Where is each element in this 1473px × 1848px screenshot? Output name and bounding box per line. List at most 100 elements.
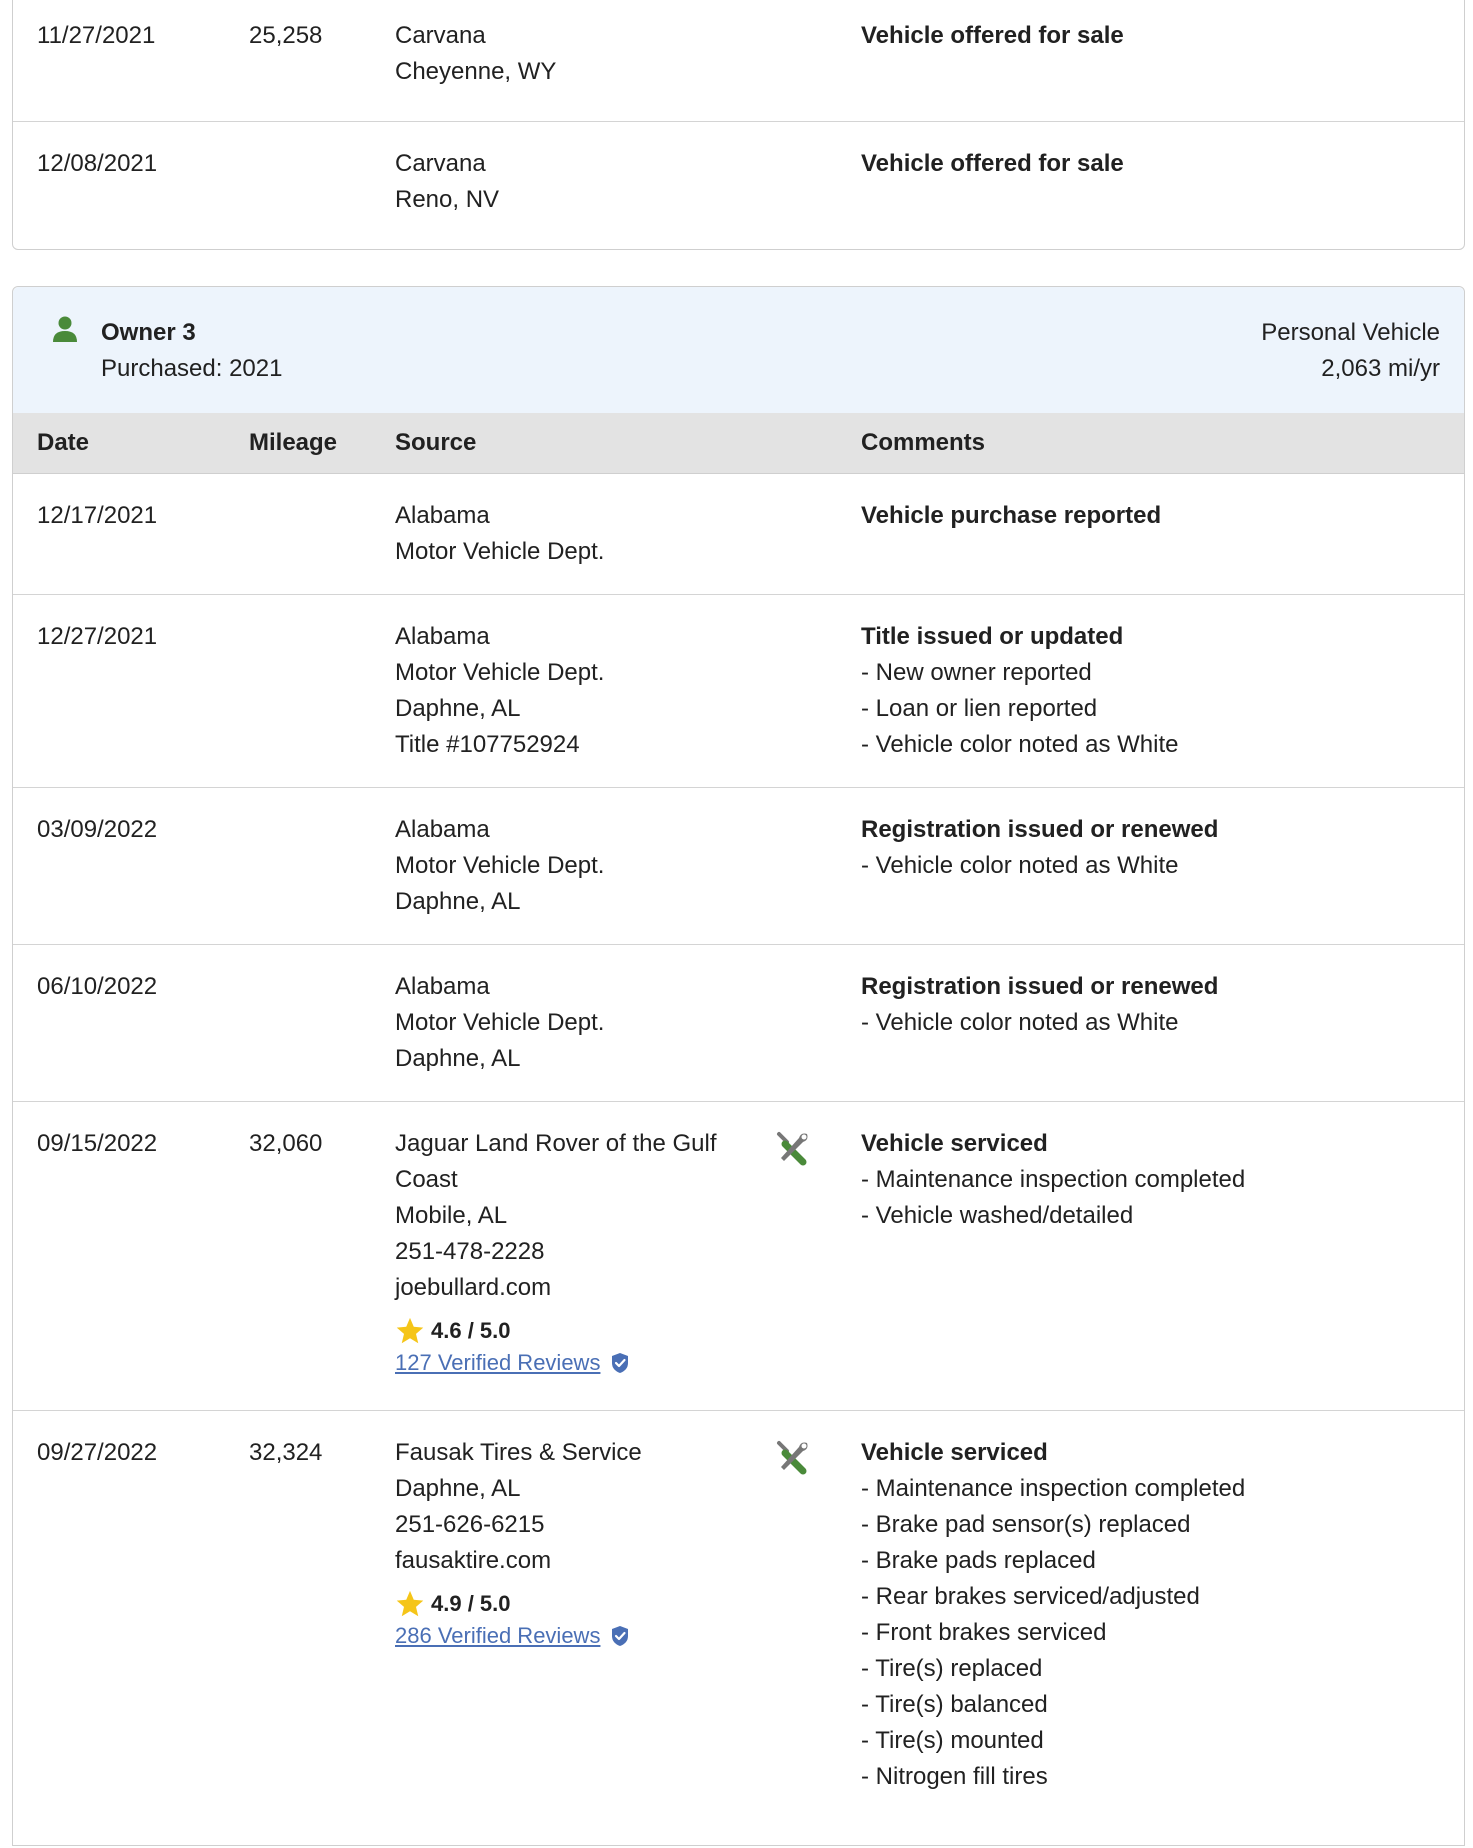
row-mileage: 32,324 xyxy=(249,1439,323,1466)
history-row: 09/27/2022 32,324 Fausak Tires & Service Da… xyxy=(13,1410,1464,1848)
row-source: Alabama Motor Vehicle Dept. xyxy=(395,498,755,570)
source-line: Daphne, AL xyxy=(395,888,521,915)
owner-purchased: Purchased: 2021 xyxy=(101,355,283,382)
row-date: 06/10/2022 xyxy=(37,973,158,1000)
row-date: 12/17/2021 xyxy=(37,502,158,529)
verified-reviews-link[interactable]: 286 Verified Reviews xyxy=(395,1619,755,1653)
row-date: 09/27/2022 xyxy=(37,1439,158,1466)
row-source: Fausak Tires & Service Daphne, AL 251-626-… xyxy=(395,1435,755,1653)
column-source: Source xyxy=(395,429,477,456)
source-line: Carvana xyxy=(395,22,486,49)
row-comments: Vehicle offered for sale xyxy=(861,18,1124,54)
column-comments: Comments xyxy=(861,429,986,456)
source-line: Daphne, AL xyxy=(395,1045,521,1072)
comment-detail: - Brake pads replaced xyxy=(861,1547,1096,1574)
source-line: Jaguar Land Rover of the Gulf xyxy=(395,1130,717,1157)
owner-mileage-rate: 2,063 mi/yr xyxy=(1321,355,1440,382)
source-line: Alabama xyxy=(395,816,490,843)
previous-owner-history-table: 11/27/2021 25,258 Carvana Cheyenne, WY Vehic… xyxy=(12,0,1465,250)
row-date: 09/15/2022 xyxy=(37,1130,158,1157)
source-line: Reno, NV xyxy=(395,186,500,213)
comment-detail: - Vehicle color noted as White xyxy=(861,1009,1179,1036)
source-line: Motor Vehicle Dept. xyxy=(395,852,605,879)
verified-badge-icon xyxy=(612,1353,629,1373)
verified-reviews-link[interactable]: 127 Verified Reviews xyxy=(395,1346,755,1380)
row-source: Alabama Motor Vehicle Dept. Daphne, AL Titl… xyxy=(395,619,755,763)
comment-title: Vehicle serviced xyxy=(861,1130,1048,1157)
history-row: 12/17/2021 Alabama Motor Vehicle Dept. Vehi… xyxy=(13,474,1464,594)
row-source: Carvana Reno, NV xyxy=(395,146,755,218)
comment-detail: - Front brakes serviced xyxy=(861,1619,1107,1646)
owner-history-panel: Owner 3 Purchased: 2021 Personal Vehicle… xyxy=(12,286,1465,1846)
row-mileage: 32,060 xyxy=(249,1130,323,1157)
row-date: 11/27/2021 xyxy=(37,22,156,49)
comment-detail: - Nitrogen fill tires xyxy=(861,1763,1048,1790)
row-comments: Vehicle offered for sale xyxy=(861,146,1124,182)
row-date: 12/08/2021 xyxy=(37,150,158,177)
rating-value: 4.9 / 5.0 xyxy=(431,1591,511,1616)
comment-title: Registration issued or renewed xyxy=(861,973,1219,1000)
star-icon xyxy=(396,1590,424,1617)
source-line: fausaktire.com xyxy=(395,1547,552,1574)
source-line: Cheyenne, WY xyxy=(395,58,557,85)
table-header: Date Mileage Source Comments xyxy=(13,413,1464,474)
dealer-rating: 4.9 / 5.0 xyxy=(395,1589,755,1619)
row-source: Alabama Motor Vehicle Dept. Daphne, AL xyxy=(395,969,755,1077)
source-line: Alabama xyxy=(395,973,490,1000)
owner-header: Owner 3 Purchased: 2021 Personal Vehicle… xyxy=(13,287,1464,414)
comment-title: Vehicle offered for sale xyxy=(861,22,1124,49)
comment-title: Vehicle purchase reported xyxy=(861,502,1162,529)
owner-vehicle-type: Personal Vehicle xyxy=(1261,319,1440,346)
source-line: Carvana xyxy=(395,150,486,177)
source-line: Motor Vehicle Dept. xyxy=(395,1009,605,1036)
row-comments: Vehicle purchase reported xyxy=(861,498,1161,534)
comment-detail: - Vehicle washed/detailed xyxy=(861,1202,1134,1229)
verified-badge-icon xyxy=(612,1626,629,1646)
source-line: Motor Vehicle Dept. xyxy=(395,538,605,565)
row-comments: Registration issued or renewed - Vehicle … xyxy=(861,969,1218,1041)
source-line: Alabama xyxy=(395,623,490,650)
source-line: Alabama xyxy=(395,502,490,529)
owner-title: Owner 3 xyxy=(101,319,196,346)
comment-detail: - Rear brakes serviced/adjusted xyxy=(861,1583,1200,1610)
history-row: 09/15/2022 32,060 Jaguar Land Rover of the… xyxy=(13,1101,1464,1411)
row-source: Carvana Cheyenne, WY xyxy=(395,18,755,90)
comment-detail: - New owner reported xyxy=(861,659,1092,686)
comment-title: Vehicle serviced xyxy=(861,1439,1048,1466)
row-comments: Vehicle serviced - Maintenance inspection… xyxy=(861,1126,1245,1234)
comment-title: Vehicle offered for sale xyxy=(861,150,1124,177)
comment-title: Title issued or updated xyxy=(861,623,1124,650)
dealer-rating: 4.6 / 5.0 xyxy=(395,1316,755,1346)
row-comments: Vehicle serviced - Maintenance inspection… xyxy=(861,1435,1245,1795)
comment-detail: - Loan or lien reported xyxy=(861,695,1098,722)
star-icon xyxy=(396,1317,424,1344)
comment-detail: - Tire(s) mounted xyxy=(861,1727,1044,1754)
source-line: Daphne, AL xyxy=(395,1475,521,1502)
comment-detail: - Brake pad sensor(s) replaced xyxy=(861,1511,1191,1538)
column-date: Date xyxy=(37,429,90,456)
service-tools-icon xyxy=(773,1437,813,1477)
column-mileage: Mileage xyxy=(249,429,338,456)
history-row: 11/27/2021 25,258 Carvana Cheyenne, WY Vehic… xyxy=(13,0,1464,122)
source-line: Title #107752924 xyxy=(395,731,580,758)
comment-detail: - Tire(s) replaced xyxy=(861,1655,1043,1682)
history-row: 12/08/2021 Carvana Reno, NV Vehicle offered… xyxy=(13,121,1464,250)
source-line: Mobile, AL xyxy=(395,1202,508,1229)
source-line: Coast xyxy=(395,1166,458,1193)
comment-detail: - Vehicle color noted as White xyxy=(861,731,1179,758)
source-line: 251-478-2228 xyxy=(395,1238,545,1265)
source-line: Motor Vehicle Dept. xyxy=(395,659,605,686)
comment-title: Registration issued or renewed xyxy=(861,816,1219,843)
source-line: joebullard.com xyxy=(395,1274,552,1301)
reviews-label[interactable]: 286 Verified Reviews xyxy=(395,1619,600,1653)
source-line: Daphne, AL xyxy=(395,695,521,722)
history-row: 03/09/2022 Alabama Motor Vehicle Dept. Daph… xyxy=(13,787,1464,945)
history-row: 06/10/2022 Alabama Motor Vehicle Dept. Daph… xyxy=(13,944,1464,1102)
comment-detail: - Maintenance inspection completed xyxy=(861,1475,1246,1502)
reviews-label[interactable]: 127 Verified Reviews xyxy=(395,1346,600,1380)
comment-detail: - Vehicle color noted as White xyxy=(861,852,1179,879)
row-mileage: 25,258 xyxy=(249,22,323,49)
service-tools-icon xyxy=(773,1128,813,1168)
row-comments: Title issued or updated - New owner repor… xyxy=(861,619,1179,763)
row-comments: Registration issued or renewed - Vehicle … xyxy=(861,812,1218,884)
